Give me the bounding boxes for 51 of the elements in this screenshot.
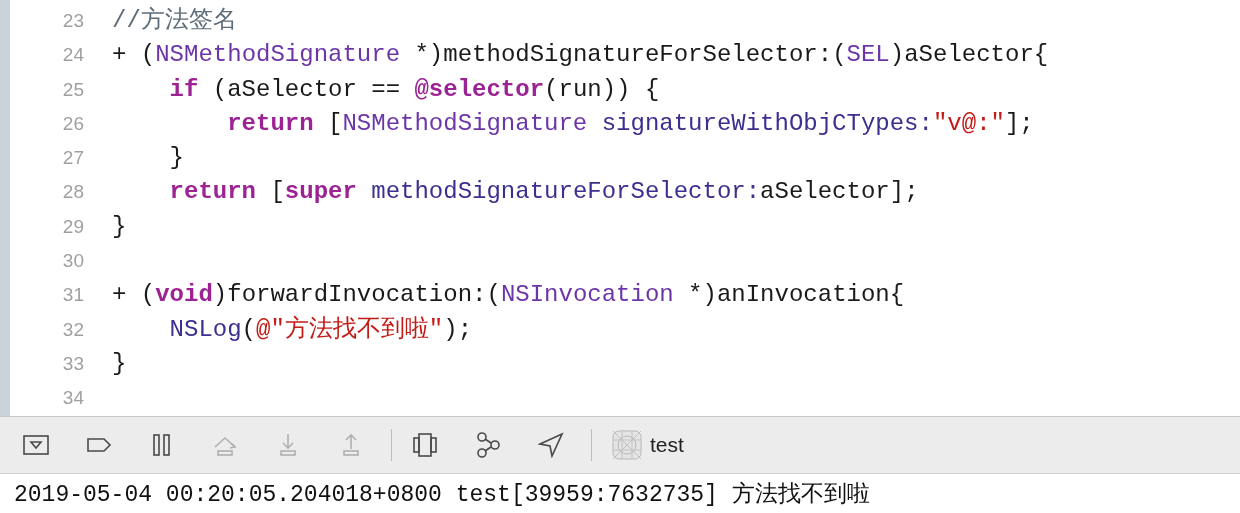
- location-arrow-icon: [538, 431, 564, 458]
- code-token: @selector: [414, 74, 545, 105]
- view-hierarchy-icon: [412, 431, 438, 458]
- code-token: (: [241, 314, 256, 345]
- code-token: aSelector];: [760, 177, 919, 208]
- code-token: *)methodSignatureForSelector:(: [413, 40, 847, 71]
- code-token: }: [169, 143, 184, 174]
- line-number: 28: [62, 180, 84, 205]
- code-token: @"方法找不到啦": [256, 314, 444, 345]
- line-number: 32: [62, 317, 84, 342]
- code-token: NSMethodSignature: [155, 40, 401, 71]
- code-token: if: [169, 74, 199, 105]
- line-number: 23: [62, 9, 84, 33]
- line-number: 25: [62, 77, 84, 102]
- code-token: }: [112, 211, 127, 242]
- code-token: void: [155, 280, 213, 311]
- line-number: 33: [62, 351, 84, 376]
- code-token: + (: [112, 40, 156, 71]
- memory-graph-icon: [475, 431, 501, 458]
- code-token: return: [169, 177, 256, 208]
- code-token: [: [327, 108, 343, 139]
- code-token: );: [443, 314, 473, 345]
- code-token: + (: [112, 280, 156, 311]
- code-token: (run)) {: [544, 74, 660, 105]
- code-token: methodSignatureForSelector:: [370, 177, 761, 208]
- code-token: NSInvocation: [500, 280, 674, 311]
- console-output: 2019-05-04 00:20:05.204018+0800 test[39959:7632735] 方法找不到啦: [14, 480, 871, 509]
- target-name: test: [650, 432, 684, 457]
- code-token: return: [227, 108, 314, 139]
- line-number: 26: [62, 111, 84, 136]
- code-token: )aSelector{: [889, 40, 1049, 71]
- line-number: 30: [62, 249, 84, 274]
- code-token: SEL: [846, 40, 890, 71]
- code-token: )forwardInvocation:(: [212, 280, 501, 311]
- code-token: NSMethodSignature: [342, 108, 588, 139]
- line-number: 31: [62, 283, 84, 308]
- line-number: 27: [62, 146, 84, 171]
- code-token: NSLog: [169, 314, 242, 345]
- app-icon: [612, 429, 642, 460]
- line-number: 34: [62, 386, 84, 411]
- code-token: [: [269, 177, 285, 208]
- code-token: "v@:": [932, 108, 1005, 139]
- line-number: 29: [62, 214, 84, 239]
- code-token: signatureWithObjCTypes:: [600, 108, 933, 139]
- code-token: super: [284, 177, 357, 208]
- code-token: (aSelector ==: [211, 74, 402, 105]
- code-token: //方法签名: [112, 5, 237, 36]
- code-token: ];: [1004, 108, 1034, 139]
- line-number: 24: [62, 43, 84, 68]
- code-token: }: [112, 348, 127, 379]
- code-token: *)anInvocation{: [687, 280, 905, 311]
